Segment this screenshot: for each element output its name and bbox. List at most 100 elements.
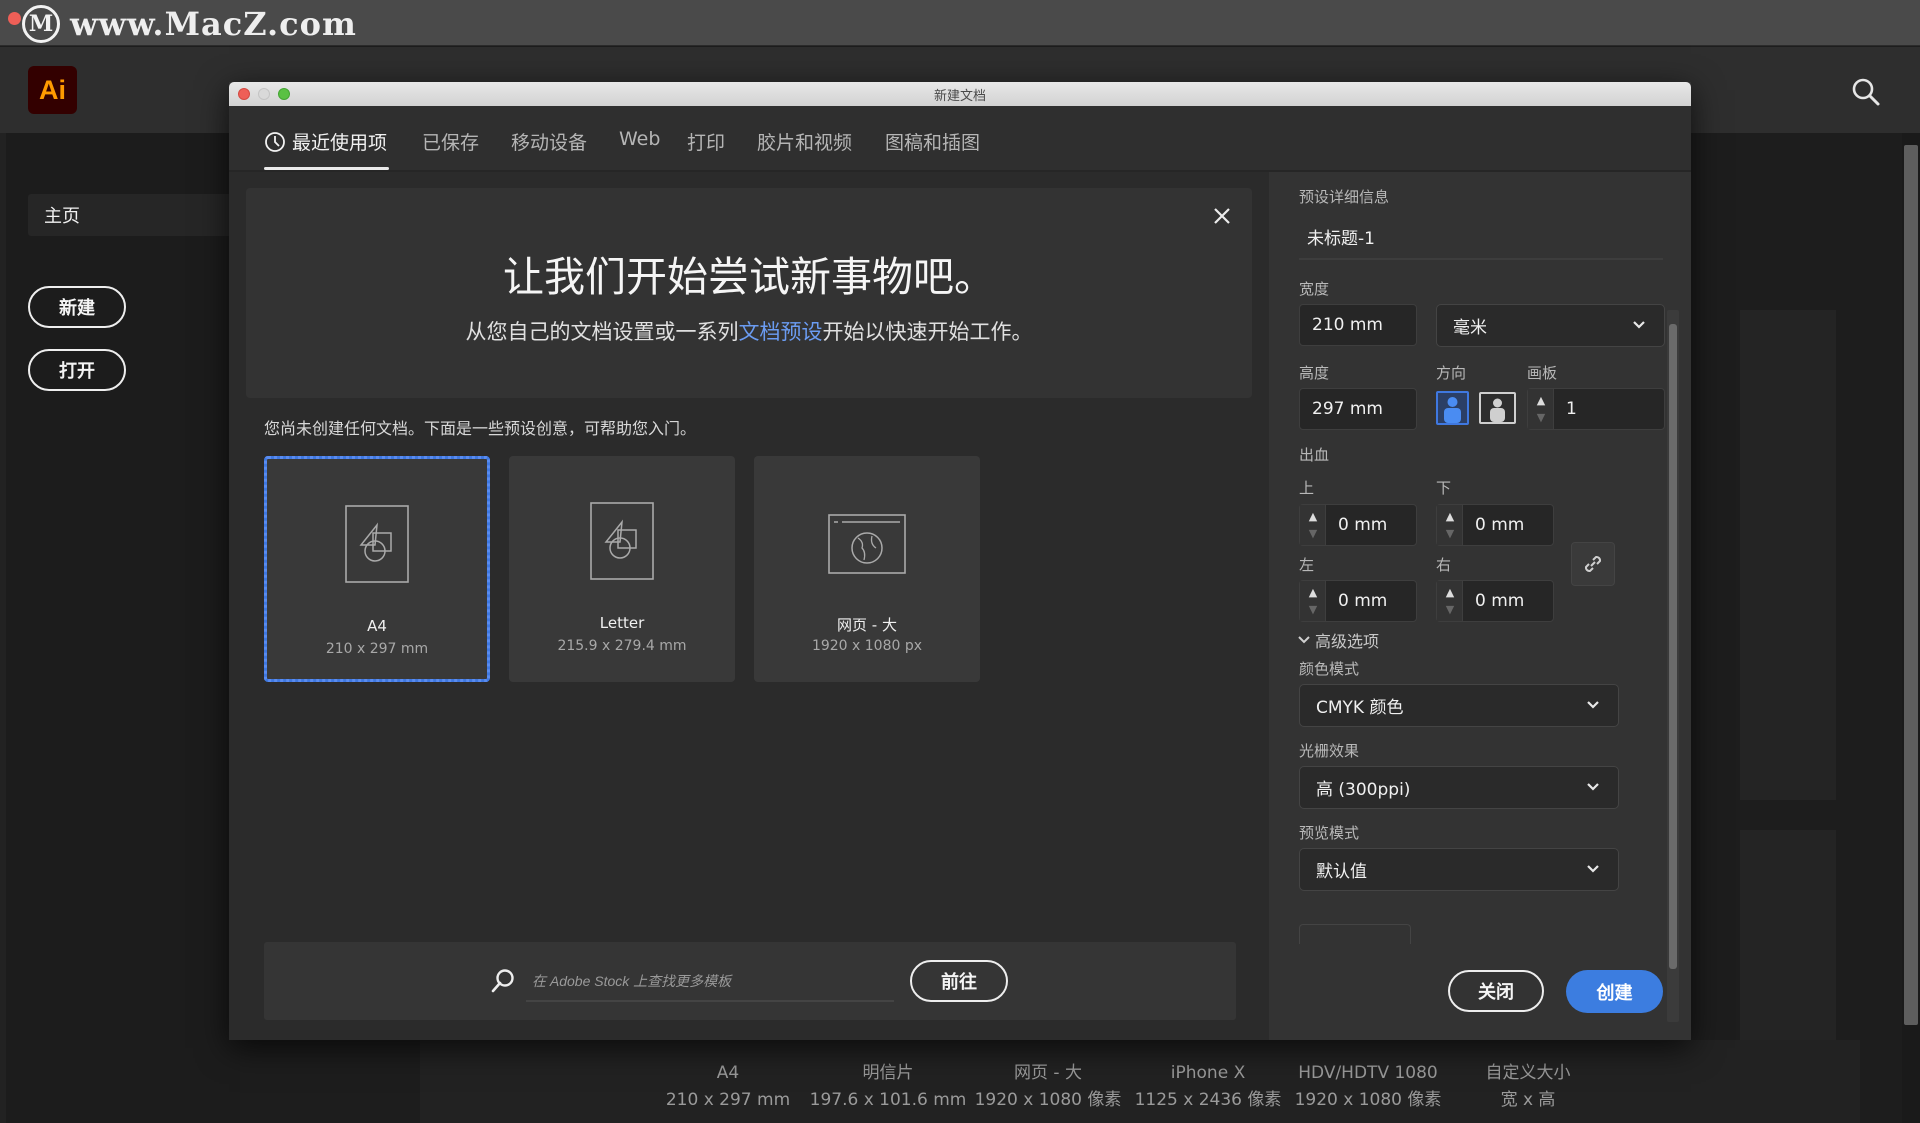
create-button[interactable]: 创建	[1566, 970, 1663, 1013]
unit-select[interactable]: 毫米	[1436, 304, 1665, 347]
chevron-down-icon	[1587, 865, 1599, 873]
app-close-dot[interactable]	[8, 12, 21, 25]
width-input[interactable]: 210 mm	[1299, 304, 1417, 346]
chevron-down-icon[interactable]: ▼	[1307, 603, 1319, 616]
background-preset-item[interactable]: iPhone X 1125 x 2436 像素	[1128, 1060, 1288, 1114]
bleed-right-label: 右	[1436, 556, 1452, 574]
watermark-logo-icon: M	[22, 5, 60, 43]
details-scroll-thumb[interactable]	[1669, 324, 1677, 969]
tab-label: 最近使用项	[292, 132, 388, 154]
chevron-down-icon[interactable]: ▼	[1307, 527, 1319, 540]
preset-card-letter[interactable]: Letter 215.9 x 279.4 mm	[509, 456, 735, 682]
adobe-stock-search-bar: 前往	[264, 942, 1236, 1020]
stepper-arrows[interactable]: ▲ ▼	[1437, 505, 1463, 545]
clock-icon	[265, 131, 285, 152]
background-preset-item[interactable]: 自定义大小宽 x 高	[1448, 1060, 1608, 1114]
tab-web[interactable]: Web	[619, 128, 660, 150]
color-mode-select[interactable]: CMYK 颜色	[1299, 684, 1619, 727]
sidebar-item-home[interactable]: 主页	[28, 194, 240, 236]
advanced-options-toggle[interactable]: 高级选项	[1297, 628, 1379, 652]
preview-mode-select[interactable]: 默认值	[1299, 848, 1619, 891]
tab-print[interactable]: 打印	[687, 128, 725, 155]
bleed-left-label: 左	[1299, 556, 1315, 574]
app-scroll-thumb[interactable]	[1904, 145, 1918, 1025]
link-bleed-button[interactable]	[1571, 542, 1615, 586]
illustrator-logo: Ai	[28, 66, 77, 114]
stepper-arrows[interactable]: ▲ ▼	[1528, 389, 1554, 429]
stepper-arrows[interactable]: ▲ ▼	[1300, 581, 1326, 621]
person-portrait-icon	[1444, 397, 1461, 423]
open-button[interactable]: 打开	[28, 349, 126, 391]
preset-size: 210 x 297 mm	[665, 1090, 791, 1110]
chevron-down-icon	[1587, 701, 1599, 709]
preset-card-a4[interactable]: A4 210 x 297 mm	[264, 456, 490, 682]
document-presets-link[interactable]: 文档预设	[739, 320, 823, 344]
portrait-orientation-button[interactable]	[1436, 391, 1469, 425]
bleed-bottom-stepper[interactable]: ▲ ▼ 0 mm	[1436, 504, 1554, 546]
unit-value: 毫米	[1453, 318, 1487, 338]
tab-bar: 最近使用项 已保存 移动设备 Web 打印 胶片和视频 图稿和插图	[229, 106, 1691, 172]
link-icon	[1584, 555, 1602, 573]
tab-saved[interactable]: 已保存	[422, 128, 479, 155]
document-shapes-icon	[345, 505, 409, 583]
web-globe-icon	[828, 514, 906, 574]
bleed-right-stepper[interactable]: ▲ ▼ 0 mm	[1436, 580, 1554, 622]
bleed-left-stepper[interactable]: ▲ ▼ 0 mm	[1299, 580, 1417, 622]
preset-name: A4	[716, 1063, 740, 1083]
preset-name: HDV/HDTV 1080	[1298, 1063, 1438, 1083]
bleed-top-stepper[interactable]: ▲ ▼ 0 mm	[1299, 504, 1417, 546]
stepper-arrows[interactable]: ▲ ▼	[1437, 581, 1463, 621]
new-document-dialog: 新建文档 最近使用项 已保存 移动设备 Web 打印 胶片和视频 图稿和插图 让…	[229, 82, 1691, 1040]
preset-name: Letter	[599, 614, 645, 632]
tab-recent[interactable]: 最近使用项	[264, 128, 387, 155]
chevron-up-icon[interactable]: ▲	[1307, 586, 1319, 599]
preset-size: 1920 x 1080 像素	[1294, 1090, 1442, 1110]
bleed-label: 出血	[1299, 446, 1330, 464]
chevron-down-icon	[1633, 321, 1645, 329]
person-landscape-icon	[1490, 398, 1505, 422]
dialog-title: 新建文档	[933, 89, 986, 104]
document-name-input[interactable]	[1299, 214, 1663, 260]
chevron-down-icon[interactable]: ▼	[1535, 411, 1547, 424]
stock-go-button[interactable]: 前往	[910, 960, 1008, 1002]
tab-art-illustration[interactable]: 图稿和插图	[885, 128, 980, 155]
bleed-top-label: 上	[1299, 479, 1315, 497]
tab-film-video[interactable]: 胶片和视频	[757, 128, 852, 155]
preset-card-web-large[interactable]: 网页 - 大 1920 x 1080 px	[754, 456, 980, 682]
chevron-up-icon[interactable]: ▲	[1444, 586, 1456, 599]
color-mode-label: 颜色模式	[1299, 660, 1360, 678]
raster-effects-value: 高 (300ppi)	[1316, 780, 1411, 800]
chevron-down-icon	[1298, 636, 1310, 644]
preset-name: 网页 - 大	[837, 616, 897, 634]
search-icon[interactable]	[1850, 76, 1882, 108]
close-icon[interactable]	[1210, 206, 1234, 230]
background-preset-item[interactable]: A4 210 x 297 mm	[648, 1060, 808, 1114]
background-panel	[1740, 310, 1836, 800]
watermark-text: www.MacZ.com	[70, 5, 357, 43]
new-button[interactable]: 新建	[28, 286, 126, 328]
chevron-up-icon[interactable]: ▲	[1444, 510, 1456, 523]
stepper-arrows[interactable]: ▲ ▼	[1300, 505, 1326, 545]
preview-mode-value: 默认值	[1316, 862, 1367, 882]
search-icon	[491, 969, 514, 993]
chevron-up-icon[interactable]: ▲	[1535, 394, 1547, 407]
close-button[interactable]: 关闭	[1448, 970, 1544, 1012]
chevron-down-icon[interactable]: ▼	[1444, 603, 1456, 616]
dialog-titlebar: 新建文档	[229, 82, 1691, 106]
artboards-stepper[interactable]: ▲ ▼ 1	[1527, 388, 1665, 430]
height-input[interactable]: 297 mm	[1299, 388, 1417, 430]
raster-effects-select[interactable]: 高 (300ppi)	[1299, 766, 1619, 809]
welcome-subtitle: 从您自己的文档设置或一系列文档预设开始以快速开始工作。	[246, 316, 1252, 346]
landscape-orientation-button[interactable]	[1479, 392, 1516, 424]
chevron-up-icon[interactable]: ▲	[1307, 510, 1319, 523]
background-preset-item[interactable]: 网页 - 大 1920 x 1080 像素	[968, 1060, 1128, 1114]
preset-size: 215.9 x 279.4 mm	[557, 638, 687, 654]
background-preset-item[interactable]: HDV/HDTV 1080 1920 x 1080 像素	[1288, 1060, 1448, 1114]
background-preset-item[interactable]: 明信片 197.6 x 101.6 mm	[808, 1060, 968, 1114]
artboards-value: 1	[1566, 399, 1577, 419]
chevron-down-icon	[1587, 783, 1599, 791]
tab-mobile[interactable]: 移动设备	[511, 128, 587, 155]
stock-search-input[interactable]	[526, 962, 894, 1002]
chevron-down-icon[interactable]: ▼	[1444, 527, 1456, 540]
height-label: 高度	[1299, 364, 1330, 382]
